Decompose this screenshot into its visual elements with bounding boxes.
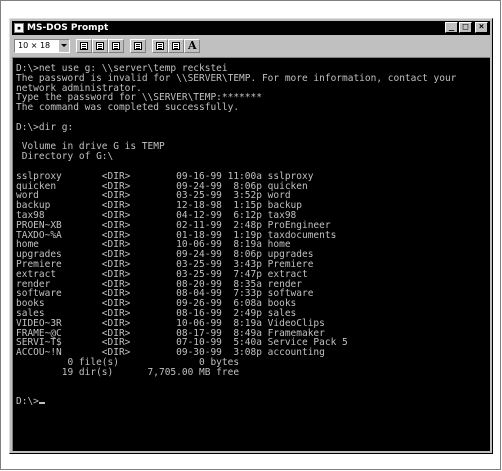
- background-button[interactable]: [168, 39, 184, 53]
- minimize-icon[interactable]: _: [445, 22, 458, 33]
- font-letter-icon: A: [188, 39, 197, 52]
- paste-icon: [112, 42, 120, 50]
- paste-button[interactable]: [108, 39, 124, 53]
- font-size-select[interactable]: 10 × 18: [14, 39, 70, 53]
- background-icon: [172, 42, 180, 50]
- ms-dos-window: ▪ MS-DOS Prompt _ □ × 10 × 18 A D:\>net …: [9, 18, 493, 454]
- properties-button[interactable]: [152, 39, 168, 53]
- copy-button[interactable]: [92, 39, 108, 53]
- font-button[interactable]: A: [184, 39, 200, 53]
- ms-dos-app-icon[interactable]: ▪: [14, 23, 24, 33]
- window-controls: _ □ ×: [445, 22, 488, 34]
- font-size-value: 10 × 18: [18, 41, 51, 50]
- text-cursor: [38, 402, 45, 405]
- command-prompt: D:\>: [16, 396, 39, 408]
- properties-icon: [156, 42, 164, 50]
- close-icon[interactable]: ×: [475, 22, 488, 33]
- console-line: The command was completed successfully.: [16, 102, 240, 114]
- full-screen-button[interactable]: [130, 39, 146, 53]
- console-line: 19 dir(s) 7,705.00 MB free: [61, 366, 240, 378]
- maximize-icon[interactable]: □: [459, 22, 472, 33]
- console-text: D:\>net use g: \\server\temp reckstei Th…: [13, 58, 490, 407]
- chevron-down-icon[interactable]: [58, 40, 69, 52]
- window-title: MS-DOS Prompt: [27, 23, 109, 33]
- screenshot-frame: ▪ MS-DOS Prompt _ □ × 10 × 18 A D:\>net …: [0, 0, 501, 470]
- mark-icon: [80, 42, 88, 50]
- title-bar[interactable]: ▪ MS-DOS Prompt _ □ ×: [12, 21, 490, 35]
- full-screen-icon: [134, 42, 142, 50]
- console-lines: D:\>net use g: \\server\temp reckstei Th…: [16, 63, 456, 378]
- copy-icon: [96, 42, 104, 50]
- console-line: Directory of G:\: [21, 151, 114, 163]
- console-line: D:\>dir g:: [16, 121, 74, 133]
- console-output[interactable]: D:\>net use g: \\server\temp reckstei Th…: [12, 57, 490, 451]
- toolbar: 10 × 18 A: [12, 37, 490, 55]
- mark-button[interactable]: [76, 39, 92, 53]
